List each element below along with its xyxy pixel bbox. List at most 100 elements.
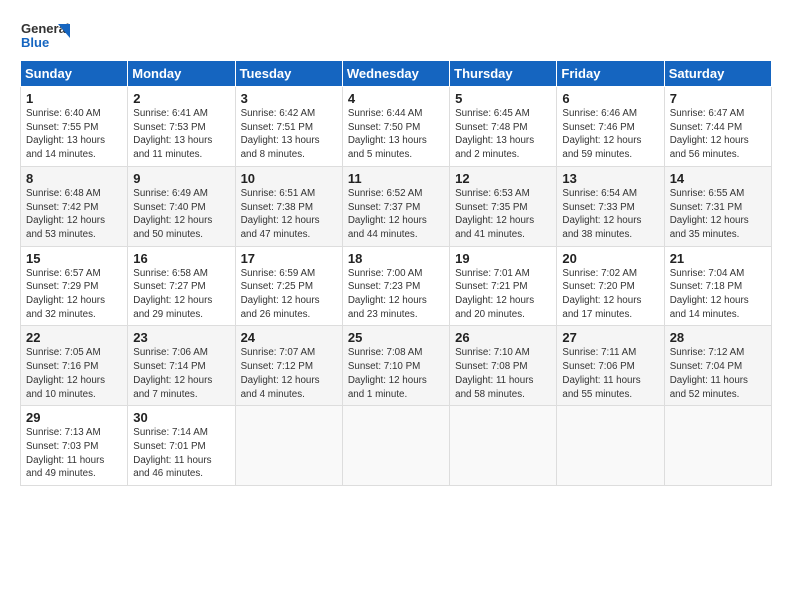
day-number: 21: [670, 251, 766, 266]
day-number: 20: [562, 251, 658, 266]
calendar-header-friday: Friday: [557, 61, 664, 87]
calendar-cell: 23Sunrise: 7:06 AMSunset: 7:14 PMDayligh…: [128, 326, 235, 406]
day-number: 7: [670, 91, 766, 106]
calendar-cell: 5Sunrise: 6:45 AMSunset: 7:48 PMDaylight…: [450, 87, 557, 167]
day-info: Sunrise: 6:59 AMSunset: 7:25 PMDaylight:…: [241, 267, 337, 322]
svg-text:Blue: Blue: [21, 35, 49, 50]
calendar-cell: 2Sunrise: 6:41 AMSunset: 7:53 PMDaylight…: [128, 87, 235, 167]
day-number: 4: [348, 91, 444, 106]
calendar-header-wednesday: Wednesday: [342, 61, 449, 87]
day-info: Sunrise: 6:47 AMSunset: 7:44 PMDaylight:…: [670, 107, 766, 162]
day-info: Sunrise: 7:08 AMSunset: 7:10 PMDaylight:…: [348, 346, 444, 401]
calendar-cell: 13Sunrise: 6:54 AMSunset: 7:33 PMDayligh…: [557, 166, 664, 246]
day-number: 25: [348, 330, 444, 345]
day-info: Sunrise: 6:52 AMSunset: 7:37 PMDaylight:…: [348, 187, 444, 242]
day-number: 10: [241, 171, 337, 186]
day-info: Sunrise: 6:48 AMSunset: 7:42 PMDaylight:…: [26, 187, 122, 242]
calendar-cell: 6Sunrise: 6:46 AMSunset: 7:46 PMDaylight…: [557, 87, 664, 167]
calendar-cell: 21Sunrise: 7:04 AMSunset: 7:18 PMDayligh…: [664, 246, 771, 326]
day-number: 16: [133, 251, 229, 266]
calendar-cell: 14Sunrise: 6:55 AMSunset: 7:31 PMDayligh…: [664, 166, 771, 246]
day-number: 29: [26, 410, 122, 425]
calendar-cell: 10Sunrise: 6:51 AMSunset: 7:38 PMDayligh…: [235, 166, 342, 246]
calendar-cell: [342, 406, 449, 486]
calendar-header-tuesday: Tuesday: [235, 61, 342, 87]
calendar-cell: 22Sunrise: 7:05 AMSunset: 7:16 PMDayligh…: [21, 326, 128, 406]
day-info: Sunrise: 7:05 AMSunset: 7:16 PMDaylight:…: [26, 346, 122, 401]
day-number: 12: [455, 171, 551, 186]
calendar-header-thursday: Thursday: [450, 61, 557, 87]
calendar-cell: 29Sunrise: 7:13 AMSunset: 7:03 PMDayligh…: [21, 406, 128, 486]
calendar-cell: 25Sunrise: 7:08 AMSunset: 7:10 PMDayligh…: [342, 326, 449, 406]
day-info: Sunrise: 6:45 AMSunset: 7:48 PMDaylight:…: [455, 107, 551, 162]
day-info: Sunrise: 7:07 AMSunset: 7:12 PMDaylight:…: [241, 346, 337, 401]
logo-icon: General Blue: [20, 16, 72, 54]
calendar-week-4: 22Sunrise: 7:05 AMSunset: 7:16 PMDayligh…: [21, 326, 772, 406]
calendar-week-1: 1Sunrise: 6:40 AMSunset: 7:55 PMDaylight…: [21, 87, 772, 167]
header: General Blue: [20, 16, 772, 54]
day-number: 27: [562, 330, 658, 345]
day-number: 6: [562, 91, 658, 106]
day-info: Sunrise: 7:14 AMSunset: 7:01 PMDaylight:…: [133, 426, 229, 481]
page: General Blue SundayMondayTuesdayWednesda…: [0, 0, 792, 496]
day-number: 3: [241, 91, 337, 106]
day-info: Sunrise: 6:51 AMSunset: 7:38 PMDaylight:…: [241, 187, 337, 242]
day-number: 5: [455, 91, 551, 106]
day-info: Sunrise: 7:11 AMSunset: 7:06 PMDaylight:…: [562, 346, 658, 401]
day-info: Sunrise: 7:00 AMSunset: 7:23 PMDaylight:…: [348, 267, 444, 322]
calendar-cell: [235, 406, 342, 486]
day-info: Sunrise: 6:42 AMSunset: 7:51 PMDaylight:…: [241, 107, 337, 162]
day-info: Sunrise: 7:10 AMSunset: 7:08 PMDaylight:…: [455, 346, 551, 401]
day-number: 13: [562, 171, 658, 186]
calendar-week-2: 8Sunrise: 6:48 AMSunset: 7:42 PMDaylight…: [21, 166, 772, 246]
day-number: 19: [455, 251, 551, 266]
day-number: 11: [348, 171, 444, 186]
calendar-cell: 11Sunrise: 6:52 AMSunset: 7:37 PMDayligh…: [342, 166, 449, 246]
calendar-cell: 9Sunrise: 6:49 AMSunset: 7:40 PMDaylight…: [128, 166, 235, 246]
calendar-cell: 27Sunrise: 7:11 AMSunset: 7:06 PMDayligh…: [557, 326, 664, 406]
calendar-cell: 28Sunrise: 7:12 AMSunset: 7:04 PMDayligh…: [664, 326, 771, 406]
day-number: 8: [26, 171, 122, 186]
day-number: 18: [348, 251, 444, 266]
calendar-week-3: 15Sunrise: 6:57 AMSunset: 7:29 PMDayligh…: [21, 246, 772, 326]
calendar-cell: 26Sunrise: 7:10 AMSunset: 7:08 PMDayligh…: [450, 326, 557, 406]
calendar-cell: [557, 406, 664, 486]
day-info: Sunrise: 7:01 AMSunset: 7:21 PMDaylight:…: [455, 267, 551, 322]
day-info: Sunrise: 6:49 AMSunset: 7:40 PMDaylight:…: [133, 187, 229, 242]
day-number: 30: [133, 410, 229, 425]
day-info: Sunrise: 6:44 AMSunset: 7:50 PMDaylight:…: [348, 107, 444, 162]
calendar-cell: [450, 406, 557, 486]
logo: General Blue: [20, 16, 72, 54]
calendar-cell: [664, 406, 771, 486]
calendar-cell: 18Sunrise: 7:00 AMSunset: 7:23 PMDayligh…: [342, 246, 449, 326]
day-number: 17: [241, 251, 337, 266]
day-number: 14: [670, 171, 766, 186]
day-info: Sunrise: 7:02 AMSunset: 7:20 PMDaylight:…: [562, 267, 658, 322]
calendar-cell: 30Sunrise: 7:14 AMSunset: 7:01 PMDayligh…: [128, 406, 235, 486]
day-number: 2: [133, 91, 229, 106]
calendar-cell: 12Sunrise: 6:53 AMSunset: 7:35 PMDayligh…: [450, 166, 557, 246]
day-number: 26: [455, 330, 551, 345]
day-info: Sunrise: 7:06 AMSunset: 7:14 PMDaylight:…: [133, 346, 229, 401]
calendar-table: SundayMondayTuesdayWednesdayThursdayFrid…: [20, 60, 772, 486]
calendar-cell: 7Sunrise: 6:47 AMSunset: 7:44 PMDaylight…: [664, 87, 771, 167]
day-number: 15: [26, 251, 122, 266]
calendar-week-5: 29Sunrise: 7:13 AMSunset: 7:03 PMDayligh…: [21, 406, 772, 486]
day-number: 9: [133, 171, 229, 186]
calendar-cell: 3Sunrise: 6:42 AMSunset: 7:51 PMDaylight…: [235, 87, 342, 167]
day-info: Sunrise: 6:55 AMSunset: 7:31 PMDaylight:…: [670, 187, 766, 242]
day-info: Sunrise: 6:53 AMSunset: 7:35 PMDaylight:…: [455, 187, 551, 242]
day-info: Sunrise: 7:13 AMSunset: 7:03 PMDaylight:…: [26, 426, 122, 481]
day-info: Sunrise: 6:40 AMSunset: 7:55 PMDaylight:…: [26, 107, 122, 162]
calendar-cell: 1Sunrise: 6:40 AMSunset: 7:55 PMDaylight…: [21, 87, 128, 167]
calendar-cell: 4Sunrise: 6:44 AMSunset: 7:50 PMDaylight…: [342, 87, 449, 167]
day-number: 22: [26, 330, 122, 345]
day-number: 1: [26, 91, 122, 106]
day-info: Sunrise: 6:41 AMSunset: 7:53 PMDaylight:…: [133, 107, 229, 162]
calendar-cell: 17Sunrise: 6:59 AMSunset: 7:25 PMDayligh…: [235, 246, 342, 326]
calendar-header-row: SundayMondayTuesdayWednesdayThursdayFrid…: [21, 61, 772, 87]
calendar-cell: 15Sunrise: 6:57 AMSunset: 7:29 PMDayligh…: [21, 246, 128, 326]
day-info: Sunrise: 6:58 AMSunset: 7:27 PMDaylight:…: [133, 267, 229, 322]
calendar-cell: 16Sunrise: 6:58 AMSunset: 7:27 PMDayligh…: [128, 246, 235, 326]
calendar-cell: 8Sunrise: 6:48 AMSunset: 7:42 PMDaylight…: [21, 166, 128, 246]
